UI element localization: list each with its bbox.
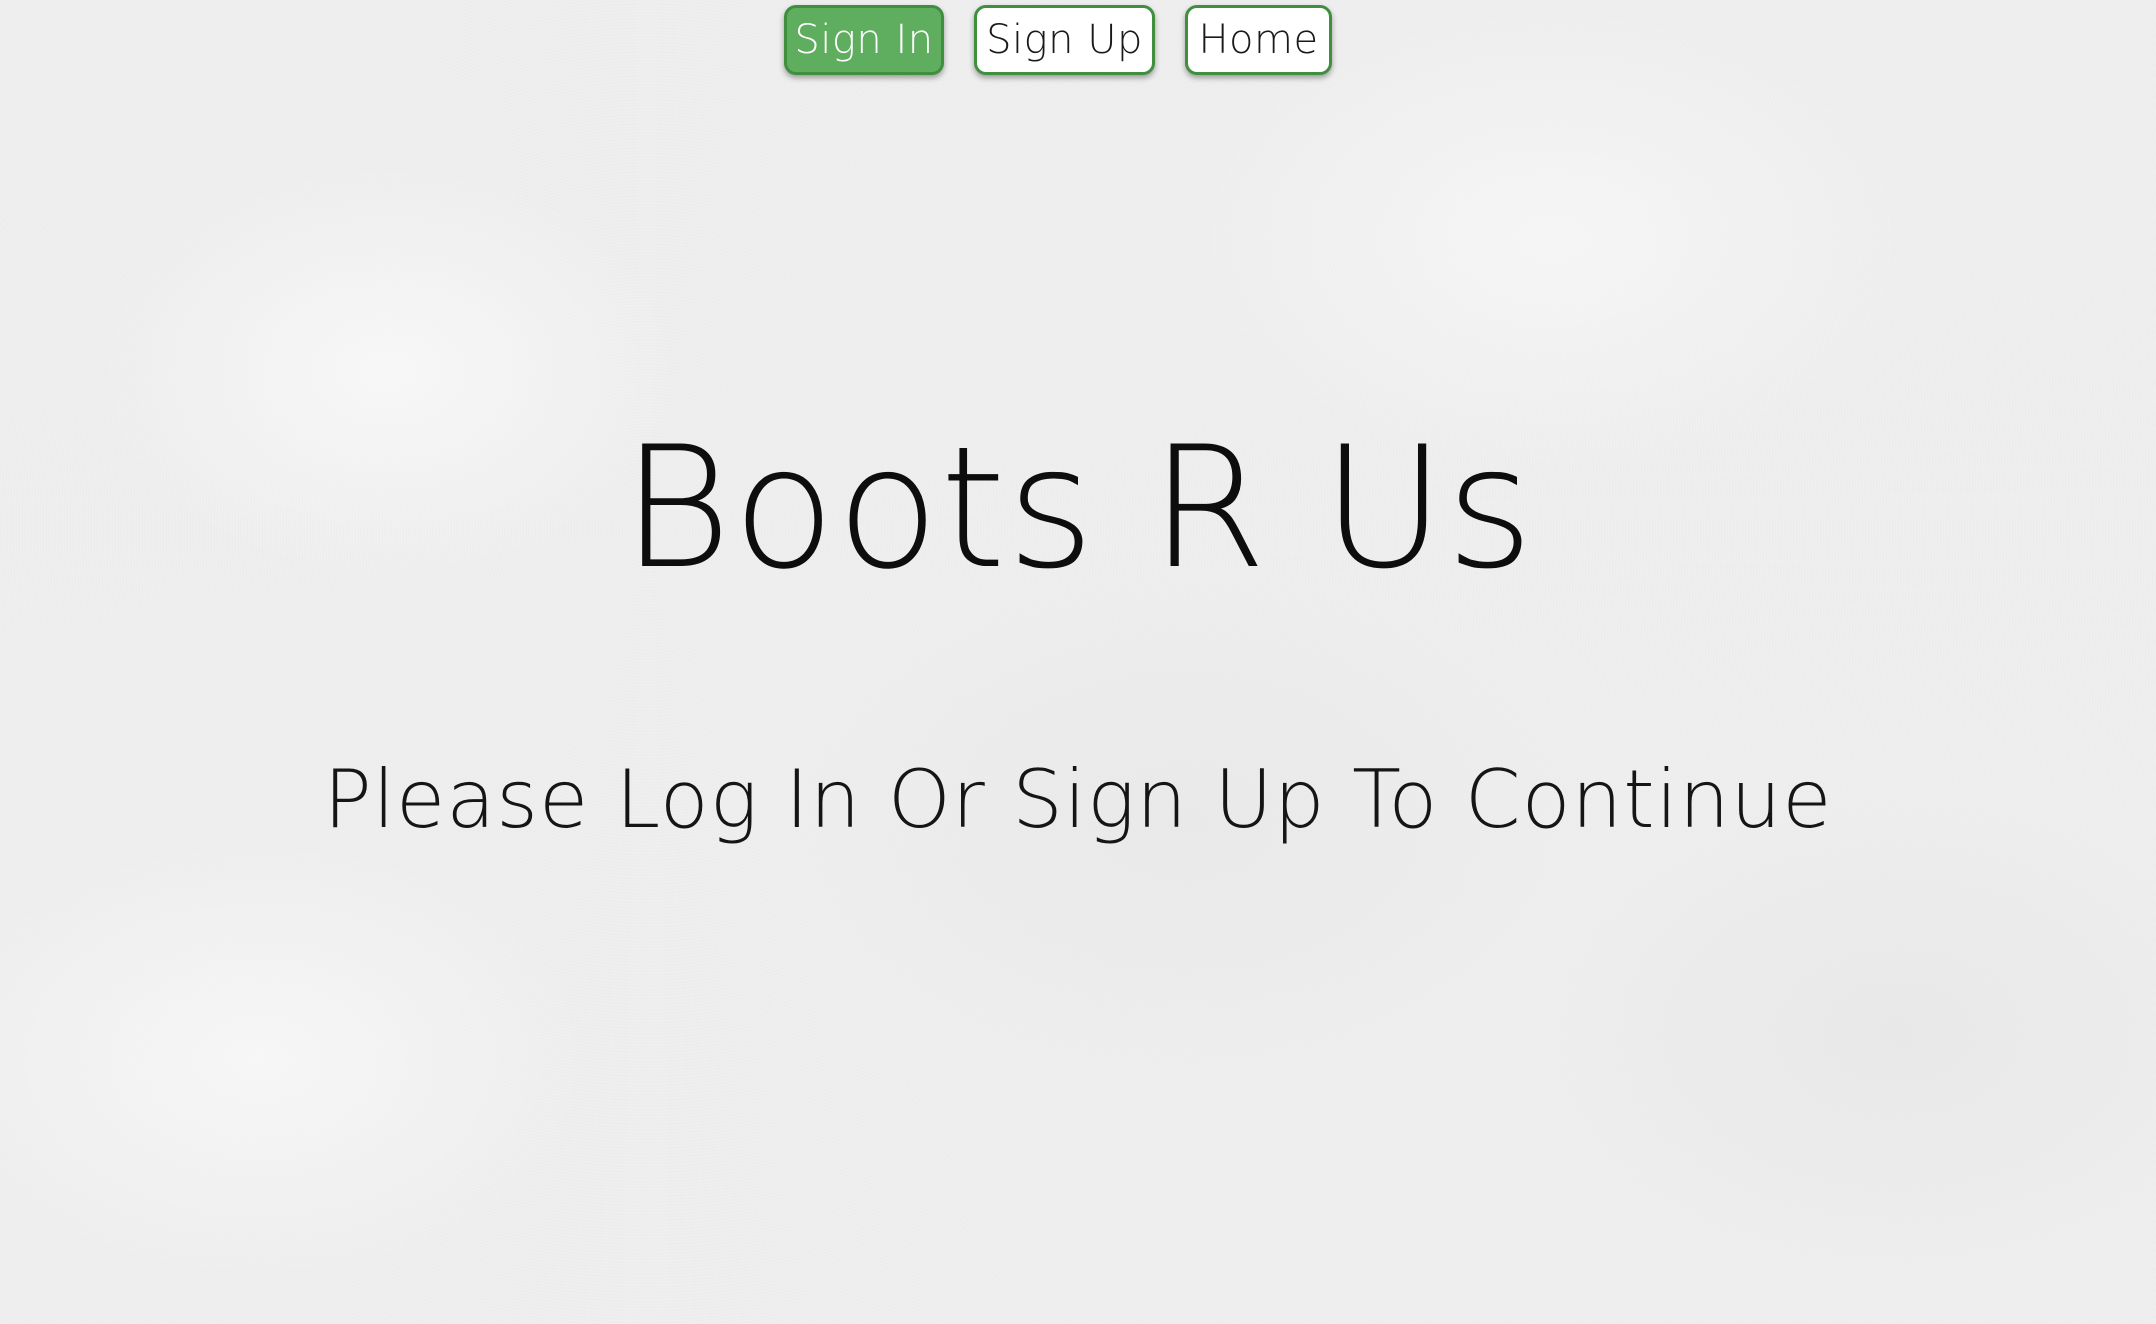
sign-up-button[interactable]: Sign Up [974,5,1155,75]
page-title: Boots R Us [621,410,1535,606]
sign-in-button[interactable]: Sign In [784,5,944,75]
page-subtitle: Please Log In Or Sign Up To Continue [323,753,1833,846]
home-button[interactable]: Home [1185,5,1332,75]
top-navigation: Sign In Sign Up Home [0,5,2156,81]
